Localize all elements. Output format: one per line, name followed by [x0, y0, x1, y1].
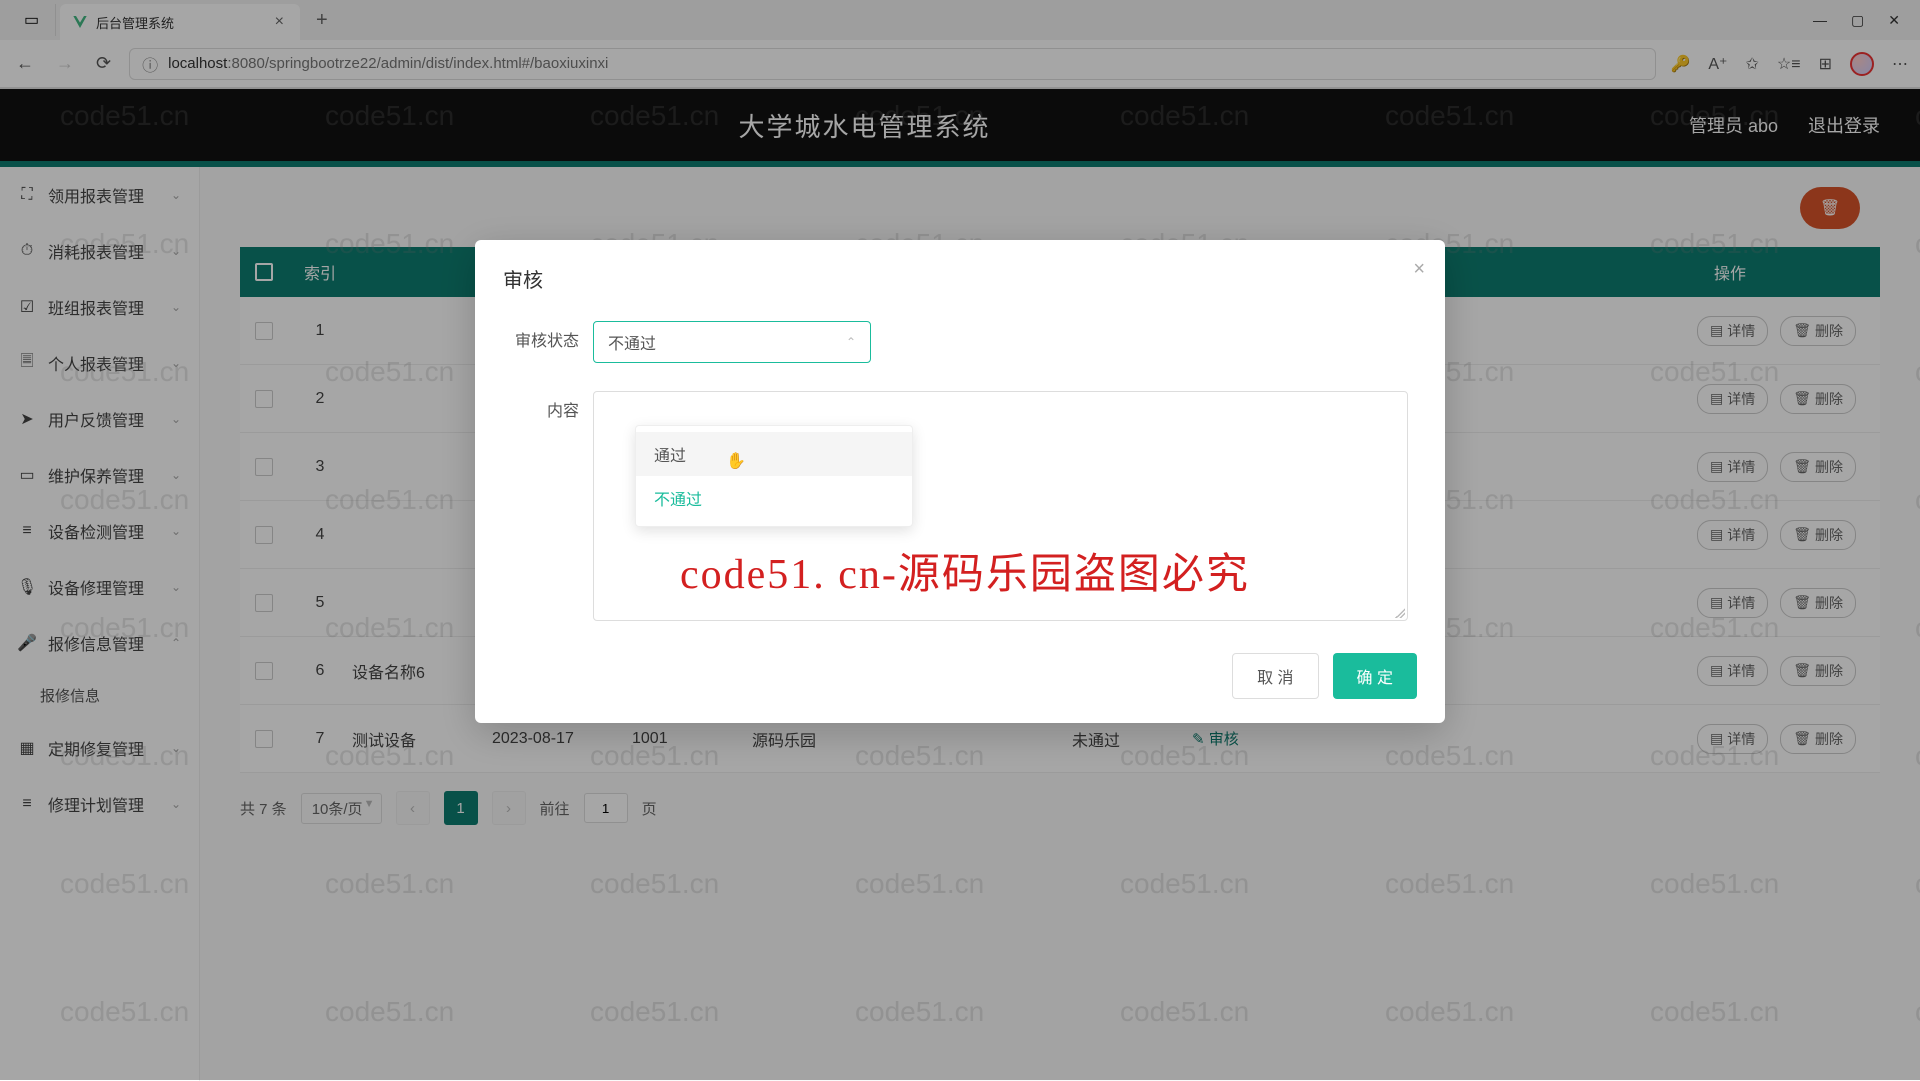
- modal-footer: 取 消 确 定: [503, 653, 1417, 699]
- option-fail[interactable]: 不通过: [636, 476, 912, 520]
- select-value: 不通过: [608, 330, 656, 354]
- cancel-button[interactable]: 取 消: [1232, 653, 1318, 699]
- label-status: 审核状态: [503, 321, 593, 351]
- chevron-up-icon: ⌃: [846, 335, 856, 349]
- status-select[interactable]: 不通过 ⌃: [593, 321, 871, 363]
- modal-title: 审核: [503, 264, 1417, 293]
- modal-close-button[interactable]: ×: [1413, 258, 1425, 281]
- form-row-status: 审核状态 不通过 ⌃: [503, 321, 1417, 363]
- option-pass[interactable]: 通过: [636, 432, 912, 476]
- label-content: 内容: [503, 391, 593, 421]
- audit-modal: 审核 × 审核状态 不通过 ⌃ 内容 取 消 确 定: [475, 240, 1445, 723]
- red-watermark: code51. cn-源码乐园盗图必究: [680, 540, 1250, 601]
- confirm-button[interactable]: 确 定: [1333, 653, 1417, 699]
- resize-handle-icon[interactable]: [1395, 608, 1405, 618]
- status-dropdown: 通过 不通过: [635, 425, 913, 527]
- cursor-icon: ✋: [726, 451, 746, 471]
